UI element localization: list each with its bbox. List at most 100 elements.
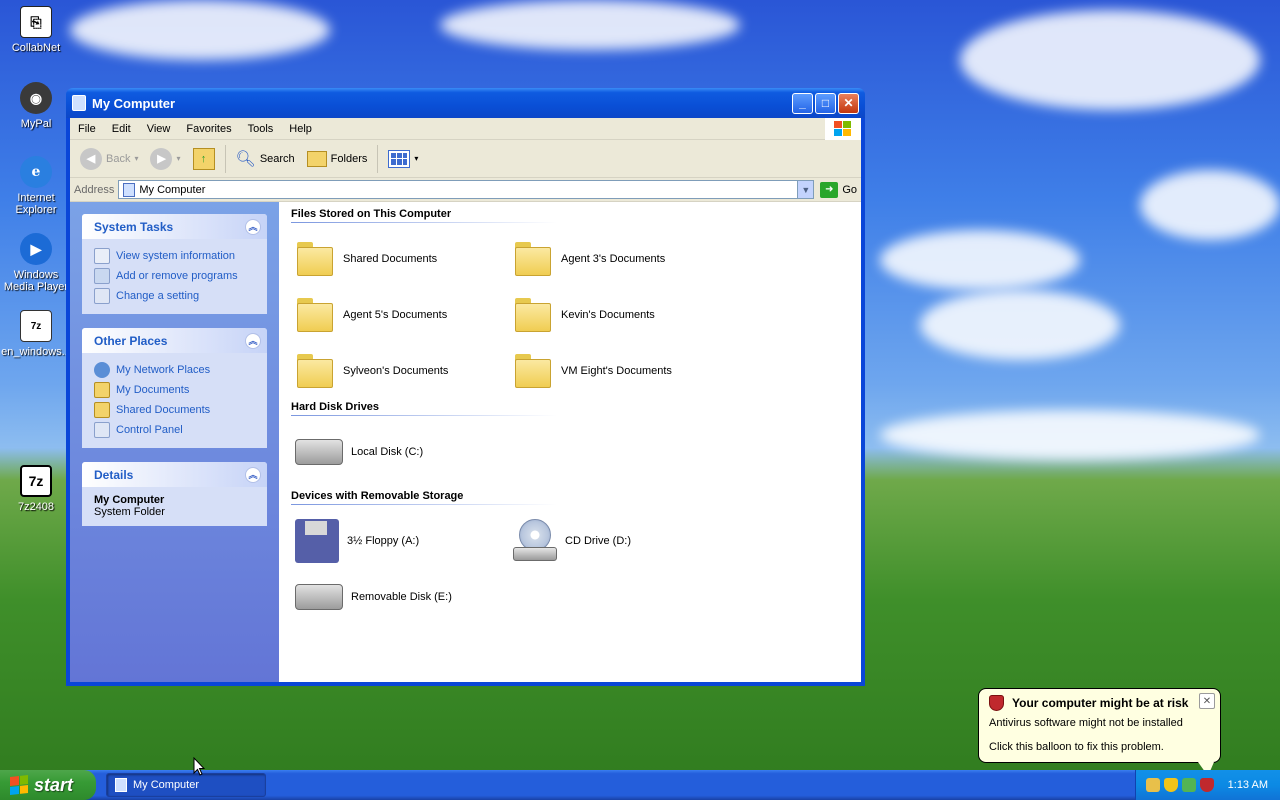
search-button[interactable]: 🔍︎ Search — [232, 147, 299, 171]
balloon-close-button[interactable]: ✕ — [1199, 693, 1215, 709]
toolbar-separator — [224, 144, 226, 173]
views-icon — [388, 149, 411, 168]
item-label: Agent 3's Documents — [561, 253, 666, 265]
security-shield-icon — [989, 695, 1004, 711]
my-network-places-link[interactable]: My Network Places — [94, 360, 255, 380]
my-computer-window: My Computer _ □ ✕ File Edit View Favorit… — [66, 88, 865, 686]
shared-documents-link[interactable]: Shared Documents — [94, 400, 255, 420]
details-panel: Details ︽ My Computer System Folder — [82, 462, 267, 526]
security-balloon[interactable]: Your computer might be at risk ✕ Antivir… — [978, 688, 1221, 763]
updates-tray-icon[interactable] — [1181, 778, 1196, 792]
system-tasks-header[interactable]: System Tasks ︽ — [82, 214, 267, 239]
other-places-header[interactable]: Other Places ︽ — [82, 328, 267, 353]
network-tray-icon[interactable] — [1145, 778, 1160, 792]
up-folder-button[interactable]: ↑ — [189, 146, 219, 172]
collapse-chevron-icon[interactable]: ︽ — [245, 466, 261, 483]
go-arrow-icon: ➜ — [820, 181, 839, 198]
address-value: My Computer — [139, 183, 206, 196]
internet-explorer-icon: e — [20, 156, 52, 188]
start-button[interactable]: start — [0, 770, 96, 800]
minimize-button[interactable]: _ — [792, 92, 813, 114]
mypal-icon: ◉ — [20, 82, 52, 114]
drive-item-cd-d[interactable]: CD Drive (D:) — [513, 513, 731, 569]
close-button[interactable]: ✕ — [838, 92, 859, 114]
item-label: CD Drive (D:) — [565, 535, 631, 547]
system-tray: 1:13 AM — [1134, 770, 1280, 800]
menu-favorites[interactable]: Favorites — [178, 123, 239, 135]
item-label: Local Disk (C:) — [351, 446, 424, 458]
details-title: Details — [94, 467, 134, 482]
search-icon: 🔍︎ — [235, 150, 256, 168]
folders-icon — [306, 150, 327, 167]
folder-item-shared-documents[interactable]: Shared Documents — [295, 231, 513, 287]
menu-edit[interactable]: Edit — [104, 123, 139, 135]
folder-item-agent3-documents[interactable]: Agent 3's Documents — [513, 231, 731, 287]
menu-tools[interactable]: Tools — [240, 123, 282, 135]
collapse-chevron-icon[interactable]: ︽ — [245, 218, 261, 235]
window-title: My Computer — [92, 95, 176, 111]
folder-item-agent5-documents[interactable]: Agent 5's Documents — [295, 287, 513, 343]
folder-item-kevin-documents[interactable]: Kevin's Documents — [513, 287, 731, 343]
desktop-icon-7z2408[interactable]: 7z 7z2408 — [0, 465, 74, 513]
drive-item-floppy-a[interactable]: 3½ Floppy (A:) — [295, 513, 513, 569]
collapse-chevron-icon[interactable]: ︽ — [245, 332, 261, 349]
folders-label: Folders — [330, 152, 368, 165]
security-center-tray-icon[interactable] — [1163, 778, 1178, 792]
toolbar-separator — [377, 144, 379, 173]
link-label: View system information — [116, 250, 236, 262]
address-input[interactable]: My Computer ▼ — [118, 180, 815, 199]
add-remove-programs-link[interactable]: Add or remove programs — [94, 266, 255, 286]
taskbar: start My Computer 1:13 AM — [0, 770, 1280, 800]
forward-button[interactable]: ▶ ▾ — [146, 146, 184, 172]
my-documents-link[interactable]: My Documents — [94, 380, 255, 400]
item-label: VM Eight's Documents — [561, 365, 672, 377]
start-label: start — [34, 774, 74, 795]
desktop-icon-collabnet[interactable]: ⎘ CollabNet — [0, 6, 74, 54]
item-label: 3½ Floppy (A:) — [347, 535, 420, 547]
network-places-icon — [94, 362, 110, 378]
desktop-icon-label: en_windows... — [1, 346, 71, 358]
desktop-icon-7z-file[interactable]: 7z en_windows... — [0, 310, 74, 358]
details-header[interactable]: Details ︽ — [82, 462, 267, 487]
toolbar: ◀ Back ▾ ▶ ▾ ↑ 🔍︎ Search Folders ▾ — [70, 140, 861, 178]
clock[interactable]: 1:13 AM — [1228, 779, 1268, 791]
link-label: Add or remove programs — [116, 270, 238, 282]
folder-item-vm-eight-documents[interactable]: VM Eight's Documents — [513, 343, 731, 399]
folder-item-sylveon-documents[interactable]: Sylveon's Documents — [295, 343, 513, 399]
desktop-icon-label: CollabNet — [11, 42, 61, 54]
folder-icon — [295, 298, 335, 332]
windows-flag-icon — [10, 775, 28, 795]
desktop-icon-media-player[interactable]: ▶ Windows Media Player — [0, 233, 74, 293]
go-button[interactable]: ➜ Go — [820, 181, 857, 198]
link-label: Change a setting — [116, 290, 200, 302]
item-label: Agent 5's Documents — [343, 309, 448, 321]
control-panel-link[interactable]: Control Panel — [94, 420, 255, 440]
control-panel-icon — [94, 288, 110, 304]
task-pane: System Tasks ︽ View system information A… — [70, 202, 279, 682]
security-alert-tray-icon[interactable] — [1199, 778, 1214, 792]
drive-item-removable-e[interactable]: Removable Disk (E:) — [295, 569, 513, 625]
menu-help[interactable]: Help — [281, 123, 320, 135]
back-button[interactable]: ◀ Back ▾ — [76, 146, 142, 172]
cd-drive-icon — [513, 519, 557, 563]
change-setting-link[interactable]: Change a setting — [94, 286, 255, 306]
desktop-icon-mypal[interactable]: ◉ MyPal — [0, 82, 74, 130]
taskbar-button-my-computer[interactable]: My Computer — [106, 773, 266, 797]
item-label: Kevin's Documents — [561, 309, 655, 321]
details-item-type: System Folder — [94, 506, 165, 518]
maximize-button[interactable]: □ — [815, 92, 836, 114]
menu-view[interactable]: View — [139, 123, 179, 135]
folders-button[interactable]: Folders — [303, 149, 372, 169]
computer-icon — [72, 95, 86, 111]
view-system-information-link[interactable]: View system information — [94, 246, 255, 266]
menu-file[interactable]: File — [70, 123, 104, 135]
address-dropdown-icon[interactable]: ▼ — [797, 181, 814, 198]
details-item-name: My Computer — [94, 494, 165, 506]
views-button[interactable]: ▾ — [384, 148, 422, 170]
title-bar[interactable]: My Computer _ □ ✕ — [66, 88, 865, 118]
desktop-icon-label: 7z2408 — [17, 501, 55, 513]
drive-item-local-disk-c[interactable]: Local Disk (C:) — [295, 424, 513, 480]
desktop-icon-internet-explorer[interactable]: e Internet Explorer — [0, 156, 74, 216]
computer-icon — [115, 778, 127, 792]
control-panel-icon — [94, 422, 110, 438]
